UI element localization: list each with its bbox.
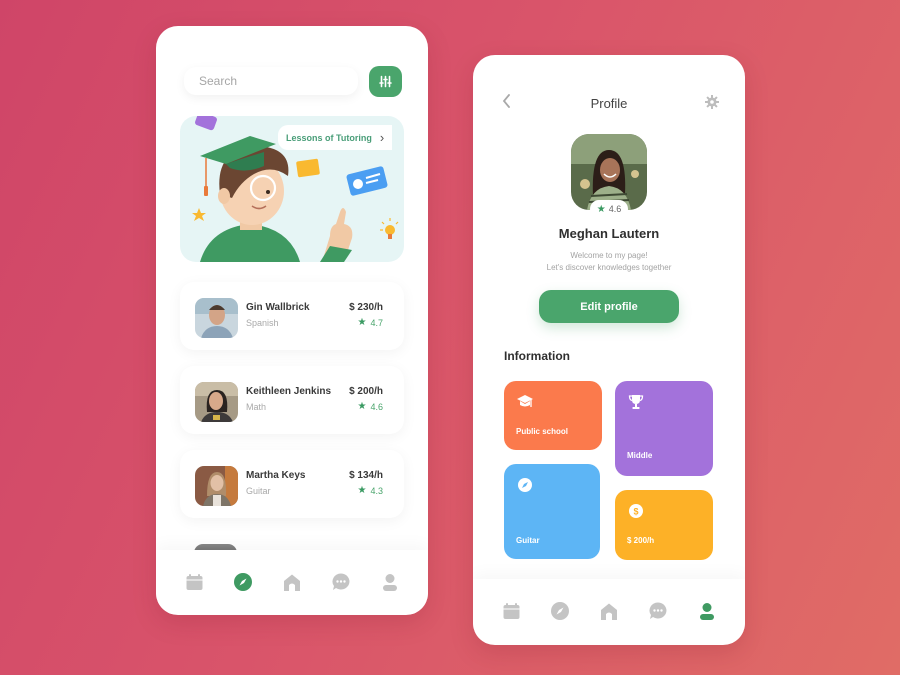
tutor-card[interactable]: Keithleen Jenkins Math $ 200/h ★ 4.6 (180, 366, 404, 434)
rating-value: 4.6 (370, 401, 383, 412)
tutor-price: $ 134/h (349, 470, 383, 481)
profile-avatar[interactable] (571, 134, 647, 210)
tile-label: Public school (516, 427, 569, 436)
tutor-card[interactable]: Martha Keys Guitar $ 134/h ★ 4.3 (180, 450, 404, 518)
tile-label: Middle (627, 451, 653, 460)
tutor-list-screen: Search Lessons of Tutoring › Gin Wallbri… (156, 26, 428, 615)
tutor-rating: ★ 4.3 (358, 485, 383, 496)
tile-label: Guitar (516, 536, 540, 545)
chat-icon (649, 602, 667, 619)
tutor-price: $ 200/h (349, 386, 383, 397)
rating-value: 4.6 (608, 204, 622, 214)
nav-messages[interactable] (326, 567, 356, 597)
tutor-avatar (195, 298, 238, 338)
nav-explore[interactable] (228, 567, 258, 597)
nav-profile[interactable] (692, 596, 722, 626)
tutor-rating: ★ 4.7 (358, 317, 383, 328)
tutor-name: Martha Keys (246, 470, 306, 481)
profile-name: Meghan Lautern (558, 226, 660, 241)
edit-profile-button[interactable]: Edit profile (539, 290, 679, 323)
tutor-subject: Spanish (246, 318, 279, 328)
information-heading: Information (504, 349, 570, 363)
tutor-subject: Guitar (246, 486, 271, 496)
bio-line: Welcome to my page! (570, 251, 648, 260)
bio-line: Let's discover knowledges together (546, 263, 672, 272)
nav-home[interactable] (594, 596, 624, 626)
tutor-name: Keithleen Jenkins (246, 386, 332, 397)
calendar-icon (503, 603, 520, 619)
user-icon (699, 602, 714, 620)
info-tile-school[interactable]: Public school (504, 381, 602, 450)
tile-label: $ 200/h (627, 536, 655, 545)
tutor-price: $ 230/h (349, 302, 383, 313)
chat-icon (332, 573, 350, 590)
tutor-avatar (195, 466, 238, 506)
info-tile-level[interactable]: Middle (615, 381, 713, 476)
gear-icon (705, 95, 719, 109)
chevron-right-icon: › (379, 130, 385, 145)
banner-label: Lessons of Tutoring (286, 132, 372, 143)
rating-value: 4.3 (370, 485, 383, 496)
calendar-icon (186, 574, 203, 590)
settings-button[interactable] (705, 95, 721, 111)
nav-messages[interactable] (643, 596, 673, 626)
rating-value: 4.7 (370, 317, 383, 328)
profile-bio: Welcome to my page! Let's discover knowl… (473, 250, 745, 274)
user-icon (382, 573, 397, 591)
star-icon: ★ (357, 317, 367, 328)
profile-screen: Profile ★ 4.6 Meghan Lautern Welcome to … (473, 55, 745, 645)
nav-calendar[interactable] (496, 596, 526, 626)
dollar-coin-icon: $ (629, 504, 643, 518)
sliders-icon (379, 75, 392, 88)
tutoring-banner[interactable]: Lessons of Tutoring › (180, 116, 404, 262)
lessons-of-tutoring-link[interactable]: Lessons of Tutoring › (278, 125, 392, 150)
nav-calendar[interactable] (179, 567, 209, 597)
info-tile-subject[interactable]: Guitar (504, 464, 600, 559)
home-icon (600, 603, 617, 620)
tutor-rating: ★ 4.6 (358, 401, 383, 412)
compass-icon (551, 602, 570, 620)
search-placeholder: Search (199, 74, 238, 88)
tutor-card[interactable]: Gin Wallbrick Spanish $ 230/h ★ 4.7 (180, 282, 404, 350)
compass-icon (234, 573, 253, 591)
bottom-navigation (156, 550, 428, 614)
tutor-name: Gin Wallbrick (246, 302, 310, 313)
nav-home[interactable] (277, 567, 307, 597)
info-tile-price[interactable]: $ $ 200/h (615, 490, 713, 560)
nav-explore[interactable] (545, 596, 575, 626)
search-input[interactable]: Search (184, 67, 358, 95)
home-icon (283, 574, 300, 591)
svg-text:$: $ (633, 507, 638, 517)
star-icon: ★ (357, 401, 367, 412)
tutor-subject: Math (246, 402, 267, 412)
star-icon: ★ (596, 203, 606, 215)
nav-profile[interactable] (375, 567, 405, 597)
tutor-avatar (195, 382, 238, 422)
profile-rating-badge: ★ 4.6 (590, 200, 628, 218)
bottom-navigation (473, 579, 745, 643)
trophy-icon (628, 395, 644, 409)
graduation-cap-icon (517, 395, 533, 407)
filter-button[interactable] (369, 66, 402, 97)
star-icon: ★ (357, 485, 367, 496)
compass-icon (518, 478, 532, 492)
